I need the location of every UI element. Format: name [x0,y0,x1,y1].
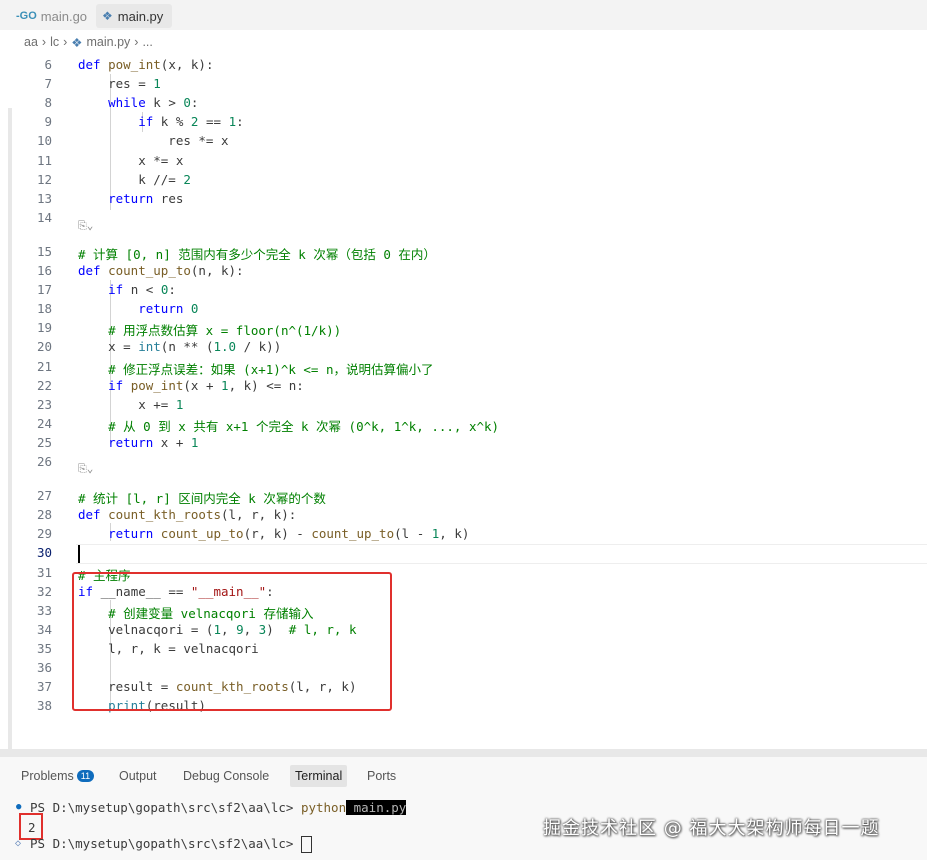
line-number: 38 [36,698,52,714]
line-number: 12 [36,171,52,187]
code-line[interactable]: k //= 2 [78,172,191,187]
code-line[interactable]: def pow_int(x, k): [78,57,213,72]
line-number: 20 [36,339,52,355]
line-number: 25 [36,434,52,450]
code-line[interactable]: return x + 1 [78,435,198,450]
line-number: 17 [36,282,52,298]
terminal-cursor [300,836,312,853]
tab-terminal[interactable]: Terminal [290,765,348,787]
code-line[interactable]: if pow_int(x + 1, k) <= n: [78,378,304,393]
line-number: 13 [36,190,52,206]
line-number: 18 [36,301,52,317]
line-number: 30 [36,545,52,561]
line-number: 26 [36,454,52,469]
code-line[interactable]: x = int(n ** (1.0 / k)) [78,339,281,354]
line-number: 32 [36,583,52,599]
code-line[interactable]: def count_kth_roots(l, r, k): [78,507,296,522]
tab-output[interactable]: Output [114,765,162,787]
tab-main-go[interactable]: -GO main.go [14,4,92,28]
command-decoration-icon: ◇ [15,838,22,849]
watermark: 掘金技术社区 @ 福大大架构师每日一题 [543,818,880,839]
code-line[interactable]: # 计算 [0, n] 范围内有多少个完全 k 次幂（包括 0 在内） [78,244,436,263]
line-number: 37 [36,679,52,695]
line-number: 22 [36,377,52,393]
go-icon: -GO [16,10,37,22]
line-number: 14 [36,209,52,225]
chevron-right-icon: › [63,35,68,49]
line-number: 34 [36,621,52,637]
problems-count-badge: 11 [76,770,95,782]
python-icon: ❖ [71,35,83,50]
terminal-selection: main.py [346,800,407,815]
line-number: 10 [36,133,52,149]
line-number: 7 [44,76,52,92]
line-number: 27 [36,488,52,504]
tab-ports[interactable]: Ports [362,765,401,787]
code-line[interactable]: if n < 0: [78,282,176,297]
highlight-box [72,572,392,711]
line-number: 33 [36,602,52,618]
chevron-right-icon: › [41,35,47,49]
code-line[interactable]: # 修正浮点误差：如果 (x+1)^k <= n，说明估算偏小了 [78,359,433,378]
terminal-command: python [300,800,347,815]
line-number: 29 [36,526,52,542]
breadcrumb-item[interactable]: ... [142,35,152,49]
vertical-scrollbar[interactable] [8,108,12,798]
code-line[interactable]: return res [78,191,183,206]
chevron-right-icon: › [134,35,139,49]
tab-label: main.go [40,8,88,24]
line-number: 19 [36,320,52,336]
current-line-highlight [76,544,927,565]
code-line[interactable]: # 用浮点数估算 x = floor(n^(1/k)) [78,320,341,339]
line-number: 15 [36,243,52,259]
editor-tab-bar: -GO main.go ❖ main.py [0,0,927,30]
code-line[interactable]: x += 1 [78,397,183,412]
code-lens-icon[interactable]: ⎘⌄ [78,219,93,233]
line-number: 11 [36,152,52,168]
terminal-prompt: PS D:\mysetup\gopath\src\sf2\aa\lc> [30,836,301,851]
code-line[interactable]: return 0 [78,301,198,316]
breadcrumb-item[interactable]: aa [24,35,38,49]
line-number: 6 [44,57,52,72]
line-number: 21 [36,358,52,374]
code-line[interactable]: while k > 0: [78,95,198,110]
line-number: 23 [36,396,52,412]
command-status-dot-icon: ● [16,802,22,812]
line-number: 9 [44,114,52,130]
terminal-line: PS D:\mysetup\gopath\src\sf2\aa\lc> pyth… [30,800,407,815]
line-number: 16 [36,263,52,278]
code-line[interactable]: res *= x [78,133,228,148]
line-number: 8 [44,95,52,111]
tab-label: main.py [117,8,164,24]
panel-splitter[interactable] [0,749,927,757]
tab-label: Problems [21,769,74,783]
breadcrumb-item[interactable]: main.py [87,35,131,49]
code-lens-icon[interactable]: ⎘⌄ [78,462,93,476]
tab-problems[interactable]: Problems 11 [16,765,99,787]
line-number: 36 [36,660,52,675]
terminal-prompt: PS D:\mysetup\gopath\src\sf2\aa\lc> [30,800,301,815]
terminal-line: PS D:\mysetup\gopath\src\sf2\aa\lc> [30,836,312,853]
python-icon: ❖ [102,9,113,23]
code-line[interactable]: x *= x [78,153,183,168]
code-line[interactable]: # 统计 [l, r] 区间内完全 k 次幂的个数 [78,488,326,507]
tab-debug-console[interactable]: Debug Console [178,765,274,787]
line-number: 35 [36,640,52,656]
code-line[interactable]: def count_up_to(n, k): [78,263,244,278]
code-line[interactable]: # 从 0 到 x 共有 x+1 个完全 k 次幂 (0^k, 1^k, ...… [78,416,499,435]
code-line[interactable]: if k % 2 == 1: [78,114,243,129]
code-line[interactable]: return count_up_to(r, k) - count_up_to(l… [78,526,469,541]
line-number: 28 [36,507,52,523]
code-line[interactable]: res = 1 [78,76,161,91]
breadcrumb-item[interactable]: lc [50,35,59,49]
line-number: 31 [36,564,52,580]
line-number: 24 [36,415,52,431]
code-editor[interactable]: ⎘⌄ ⎘⌄ 6 def pow_int(x, k): 7 res = 1 8 whil… [0,54,927,798]
text-cursor [78,545,80,564]
breadcrumb: aa › lc › ❖ main.py › ... [24,32,153,52]
tab-main-py[interactable]: ❖ main.py [96,4,172,28]
